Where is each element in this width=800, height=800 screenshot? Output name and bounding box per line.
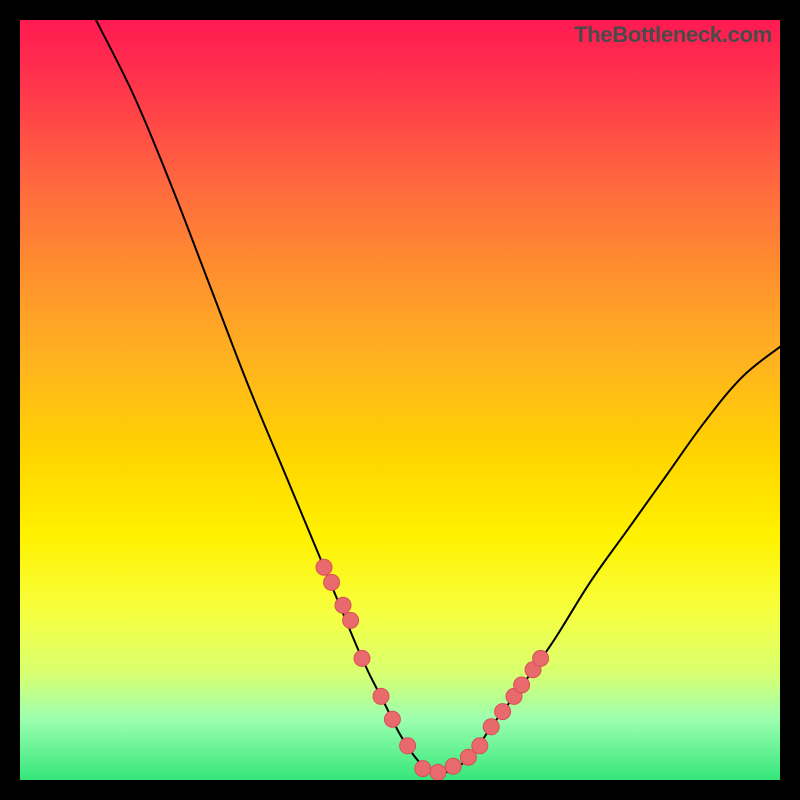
marker-dot	[415, 761, 431, 777]
marker-dot	[316, 559, 332, 575]
marker-dot	[483, 719, 499, 735]
marker-dot	[445, 758, 461, 774]
marker-dot	[514, 677, 530, 693]
marker-dot	[400, 738, 416, 754]
marker-dot	[533, 650, 549, 666]
marker-dot	[343, 612, 359, 628]
plot-background: TheBottleneck.com	[20, 20, 780, 780]
v-curve	[96, 20, 780, 774]
watermark-text: TheBottleneck.com	[574, 22, 772, 48]
marker-dot	[324, 574, 340, 590]
marker-dot	[373, 688, 389, 704]
marker-dot	[354, 650, 370, 666]
marker-dot	[472, 738, 488, 754]
marker-group	[316, 559, 549, 780]
marker-dot	[384, 711, 400, 727]
marker-dot	[430, 764, 446, 780]
marker-dot	[495, 704, 511, 720]
marker-dot	[335, 597, 351, 613]
chart-svg	[20, 20, 780, 780]
